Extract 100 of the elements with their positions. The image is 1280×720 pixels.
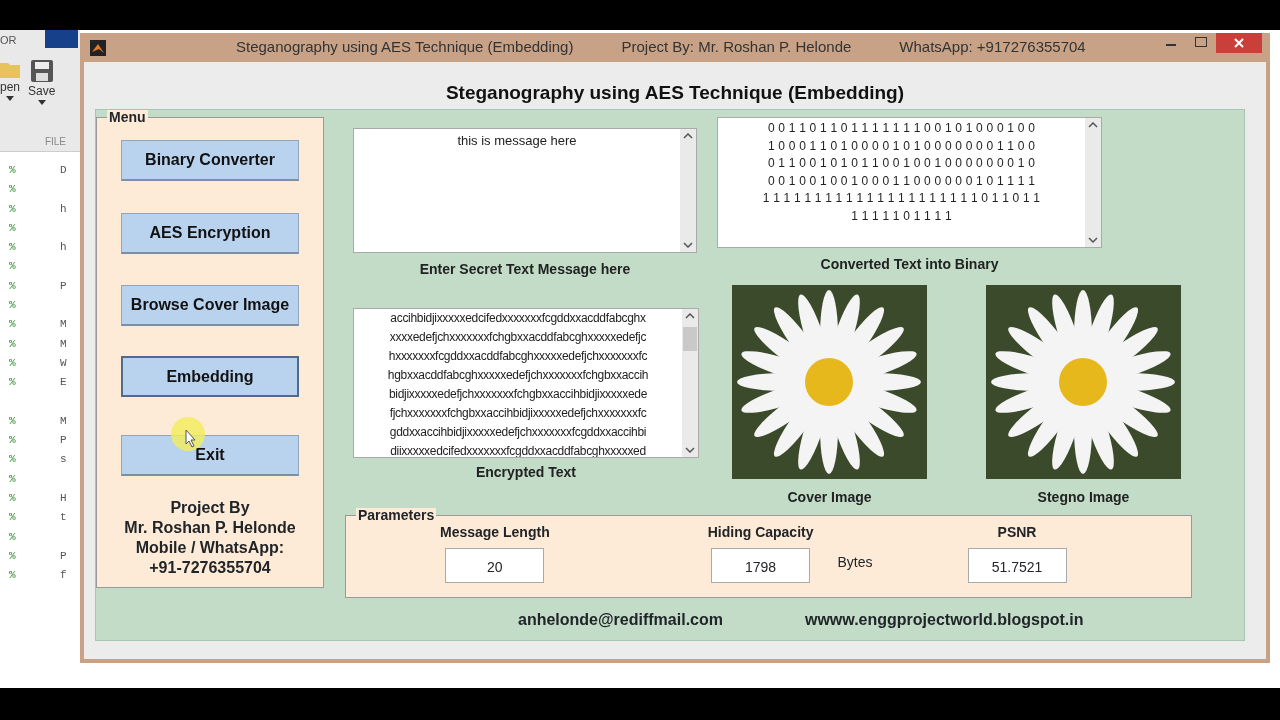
field-label: Message Length <box>440 523 550 542</box>
binary-text-line: 0 0 1 0 0 1 0 0 1 0 0 0 1 1 0 0 0 0 0 0 1 0 1 1 1 1 <box>766 172 1037 190</box>
code-text: P <box>60 278 67 294</box>
comment-marker: % <box>8 182 17 198</box>
scroll-down-icon[interactable] <box>683 242 693 248</box>
comment-marker: % <box>8 201 17 217</box>
scroll-up-icon[interactable] <box>685 313 695 319</box>
scroll-up-icon[interactable] <box>1088 122 1098 128</box>
code-text: D <box>60 163 67 178</box>
comment-marker: % <box>8 317 17 333</box>
menu-button[interactable]: AES Encryption <box>121 213 299 254</box>
toolbar-label[interactable]: pen <box>0 78 21 96</box>
window-title: WhatsApp: +917276355704 <box>899 37 1086 58</box>
code-text: P <box>60 548 67 564</box>
comment-marker: % <box>8 298 17 314</box>
binary-text-line: 0 1 1 0 0 1 0 1 0 1 1 0 0 1 0 0 1 0 0 0 0 0 0 0 1 0 <box>766 155 1037 172</box>
scrollbar-thumb[interactable] <box>683 327 697 351</box>
caption: Converted Text into Binary <box>819 255 1000 274</box>
scroll-down-icon[interactable] <box>1088 237 1098 243</box>
field-label: Hiding Capacity <box>707 523 814 542</box>
number-field[interactable]: 1798 <box>711 548 811 583</box>
comment-marker: % <box>8 471 17 487</box>
caret-down-icon[interactable] <box>6 96 14 101</box>
binary-text-line: 0 0 1 1 0 1 1 0 1 1 1 1 1 1 1 0 0 1 0 1 0 0 0 1 0 0 <box>766 120 1037 137</box>
comment-marker: % <box>8 163 17 178</box>
binary-text-line: 1 1 1 1 1 1 1 1 1 1 1 1 1 1 1 1 1 1 1 1 1 0 1 1 0 1 1 <box>761 190 1042 207</box>
menu-button[interactable]: Binary Converter <box>121 140 299 181</box>
code-text: M <box>60 317 67 333</box>
encrypted-text-line: gddxxaccihbidjixxxxxedefjchxxxxxxxfcgddxxaccihbi <box>388 424 648 441</box>
scrollbar[interactable] <box>680 129 696 252</box>
section-label: FILE <box>43 135 67 149</box>
comment-marker: % <box>8 355 17 371</box>
code-text: s <box>60 452 67 468</box>
encrypted-text-field[interactable] <box>353 308 699 458</box>
comment-marker: % <box>8 413 17 429</box>
field-label: PSNR <box>997 523 1037 542</box>
comment-marker: % <box>8 259 17 275</box>
caption: Cover Image <box>786 488 873 507</box>
code-text: f <box>60 568 67 584</box>
scrollbar[interactable] <box>1085 118 1101 247</box>
menu-button[interactable]: Exit <box>121 435 299 476</box>
credit-text: Mobile / WhatsApp: <box>134 538 286 558</box>
comment-marker: % <box>8 433 17 449</box>
comment-marker: % <box>8 452 17 468</box>
encrypted-text-line: diixxxxxedcifedxxxxxxxfcgddxxacddfabcghxxxxxed <box>389 443 647 457</box>
binary-text-line: 1 1 1 1 1 0 1 1 1 1 <box>850 207 953 225</box>
code-text: M <box>60 336 67 352</box>
message-field[interactable]: this is message here <box>353 128 697 253</box>
comment-marker: % <box>8 278 17 294</box>
comment-marker: % <box>8 510 17 526</box>
code-text: t <box>60 510 67 526</box>
encrypted-text-line: fjchxxxxxxxfchgbxxaccihbidjixxxxxedefjchxxxxxxxfc <box>388 405 648 422</box>
encrypted-text-line: hgbxxacddfabcghxxxxxedefjchxxxxxxxfchgbxxaccih <box>386 367 650 384</box>
unit-label: Bytes <box>837 553 873 572</box>
encrypted-text-line: xxxxedefjchxxxxxxxfchgbxxacddfabcghxxxxxedefjc <box>388 329 648 346</box>
scrollbar[interactable] <box>682 309 698 457</box>
comment-marker: % <box>8 548 17 564</box>
code-text: E <box>60 375 67 391</box>
credit-text: +91-7276355704 <box>148 558 272 578</box>
email-text: anhelonde@rediffmail.com <box>518 610 723 630</box>
code-text: h <box>60 240 67 256</box>
panel-legend: Parameters <box>356 508 437 522</box>
comment-marker: % <box>8 529 17 545</box>
window-title: Steganography using AES Technique (Embedding) <box>236 37 574 58</box>
caret-down-icon[interactable] <box>37 100 46 105</box>
code-text: P <box>60 433 67 449</box>
caption: Enter Secret Text Message here <box>418 260 632 279</box>
window-title: Project By: Mr. Roshan P. Helonde <box>621 37 852 58</box>
website-text: wwww.enggprojectworld.blogspot.in <box>804 610 1084 630</box>
code-text: h <box>60 201 67 217</box>
app-logo-icon <box>90 39 106 56</box>
panel-legend: Menu <box>107 110 148 124</box>
encrypted-text-line: bidjixxxxxedefjchxxxxxxxfchgbxxaccihbidjixxxxxede <box>387 386 649 403</box>
encrypted-text-line: hxxxxxxxfcgddxxacddfabcghxxxxxedefjchxxxxxxxfc <box>387 348 649 365</box>
heading: Steganography using AES Technique (Embedding) <box>444 81 906 105</box>
comment-marker: % <box>8 336 17 352</box>
comment-marker: % <box>8 375 17 391</box>
menu-button[interactable]: Browse Cover Image <box>121 285 299 326</box>
caption: Encrypted Text <box>474 463 578 482</box>
encrypted-text-line: accihbidjixxxxxedcifedxxxxxxxfcgddxxacddfabcghx <box>389 310 647 327</box>
scroll-up-icon[interactable] <box>683 133 693 139</box>
code-text: W <box>60 355 67 371</box>
code-text: H <box>60 491 67 507</box>
credit-text: Mr. Roshan P. Helonde <box>124 518 296 538</box>
number-field[interactable]: 20 <box>445 548 545 583</box>
tab-label[interactable]: OR <box>0 30 17 48</box>
binary-field[interactable] <box>717 117 1102 248</box>
comment-marker: % <box>8 568 17 584</box>
toolbar-label[interactable]: Save <box>28 82 56 100</box>
code-text: M <box>60 413 67 429</box>
menu-button[interactable]: Embedding <box>121 356 299 397</box>
caption: Stegno Image <box>1036 488 1131 507</box>
scroll-down-icon[interactable] <box>685 447 695 453</box>
comment-marker: % <box>8 240 17 256</box>
binary-text-line: 1 0 0 0 1 1 0 1 0 0 0 0 1 0 1 0 0 0 0 0 0 0 1 1 0 0 <box>766 137 1037 155</box>
close-icon[interactable] <box>1216 33 1262 53</box>
credit-text: Project By <box>169 498 251 518</box>
number-field[interactable]: 51.7521 <box>967 548 1067 583</box>
comment-marker: % <box>8 220 17 236</box>
comment-marker: % <box>8 491 17 507</box>
